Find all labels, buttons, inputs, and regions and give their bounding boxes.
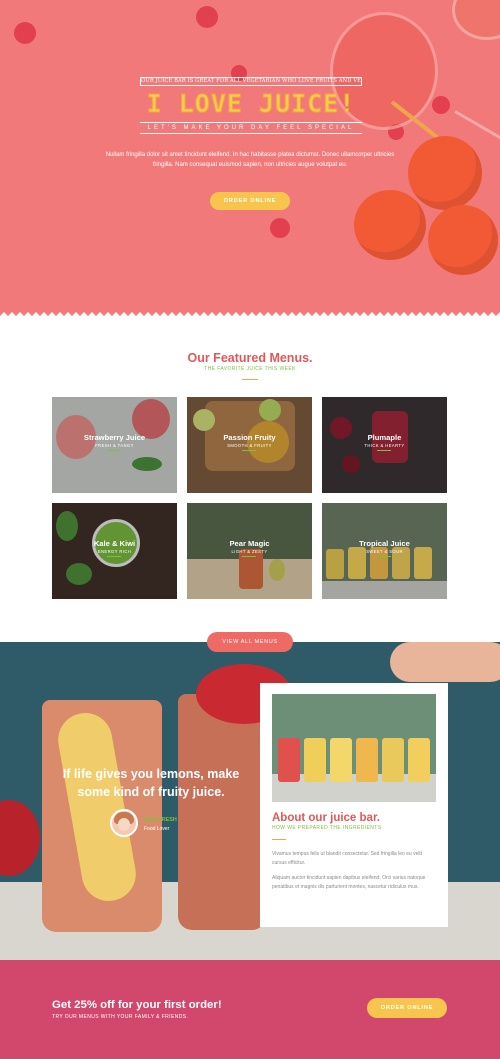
about-paragraph-2: Aliquam auctor tincidunt sapien dapibus …	[272, 875, 426, 890]
menu-tile-kale[interactable]: Kale & Kiwi ENERGY RICH	[52, 503, 177, 599]
about-card: About our juice bar. HOW WE PREPARED THE…	[260, 683, 448, 927]
featured-subtitle: THE FAVORITE JUICE THIS WEEK	[204, 366, 296, 372]
raspberry-decoration	[270, 218, 290, 238]
jar-decoration	[382, 738, 404, 782]
menu-item-name: Pear Magic	[229, 539, 270, 548]
menu-tile-passion[interactable]: Passion Fruity SMOOTH & FRUITY	[187, 397, 312, 493]
promo-title: Get 25% off for your first order!	[52, 999, 222, 1011]
jar-decoration	[278, 738, 300, 782]
zigzag-divider	[0, 312, 500, 320]
about-title: About our juice bar.	[272, 812, 380, 824]
about-image	[272, 694, 436, 802]
juice-glass-image	[452, 0, 500, 40]
jar-decoration	[330, 738, 352, 782]
menu-item-desc: SWEET & SOUR	[366, 549, 403, 554]
menu-tile-strawberry[interactable]: Strawberry Juice FRESH & TANGY	[52, 397, 177, 493]
view-all-menus-button[interactable]: VIEW ALL MENUS	[207, 632, 293, 652]
menu-item-name: Strawberry Juice	[83, 433, 146, 442]
divider	[272, 839, 286, 840]
divider	[107, 556, 121, 557]
orange-decoration	[354, 190, 426, 260]
divider	[242, 450, 256, 451]
divider	[107, 450, 121, 451]
jar-decoration	[304, 738, 326, 782]
orange-decoration	[428, 205, 498, 275]
menu-tile-tropical[interactable]: Tropical Juice SWEET & SOUR	[322, 503, 447, 599]
order-online-button[interactable]: ORDER ONLINE	[210, 192, 290, 210]
about-paragraph-1: Vivamus tempus felis ut blandit consecte…	[272, 851, 422, 866]
testimonial-role: Food Lover	[144, 826, 170, 832]
promo-section: Get 25% off for your first order! TRY OU…	[0, 960, 500, 1059]
raspberry-decoration	[432, 96, 450, 114]
divider	[377, 556, 391, 557]
menu-item-desc: FRESH & TANGY	[95, 443, 134, 448]
jar-decoration	[408, 738, 430, 782]
about-subtitle: HOW WE PREPARED THE INGREDIENTS	[272, 825, 382, 831]
hero-subtitle: LET'S MAKE YOUR DAY FEEL SPECIAL	[140, 122, 362, 134]
promo-order-button[interactable]: ORDER ONLINE	[367, 998, 447, 1018]
testimonial-quote: If life gives you lemons, make some kind…	[62, 767, 240, 799]
divider	[242, 556, 256, 557]
avatar-face	[118, 818, 130, 831]
divider	[377, 450, 391, 451]
raspberry-decoration	[14, 22, 36, 44]
hero-section: OUR JUICE BAR IS GREAT FOR ALL VEGETARIA…	[0, 0, 500, 318]
divider	[242, 379, 258, 380]
menu-tile-plumaple[interactable]: Plumaple THICK & HEARTY	[322, 397, 447, 493]
avatar	[110, 809, 138, 837]
promo-subtitle: TRY OUR MENUS WITH YOUR FAMILY & FRIENDS…	[52, 1014, 189, 1020]
menu-item-desc: ENERGY RICH	[97, 549, 132, 554]
jar-decoration	[356, 738, 378, 782]
orange-decoration	[408, 136, 482, 210]
smoothie-glass-image	[178, 694, 266, 930]
testimonial-name: DINA FRESH	[144, 817, 177, 823]
menu-item-desc: THICK & HEARTY	[364, 443, 405, 448]
apple-decoration	[0, 800, 40, 876]
straw-decoration	[454, 110, 500, 143]
hand-decoration	[390, 642, 500, 682]
hero-description: Nullam fringilla dolor sit amet tincidun…	[105, 152, 395, 168]
hero-title: I LOVE JUICE!	[146, 89, 356, 119]
raspberry-decoration	[196, 6, 218, 28]
menu-tile-pear[interactable]: Pear Magic LIGHT & ZESTY	[187, 503, 312, 599]
menu-item-name: Tropical Juice	[359, 539, 410, 548]
menu-item-desc: LIGHT & ZESTY	[231, 549, 268, 554]
menu-item-name: Plumaple	[367, 433, 402, 442]
hero-kicker: OUR JUICE BAR IS GREAT FOR ALL VEGETARIA…	[140, 77, 362, 86]
menu-item-desc: SMOOTH & FRUITY	[227, 443, 272, 448]
menu-item-name: Passion Fruity	[223, 433, 276, 442]
featured-title: Our Featured Menus.	[187, 351, 313, 365]
menu-item-name: Kale & Kiwi	[93, 539, 136, 548]
